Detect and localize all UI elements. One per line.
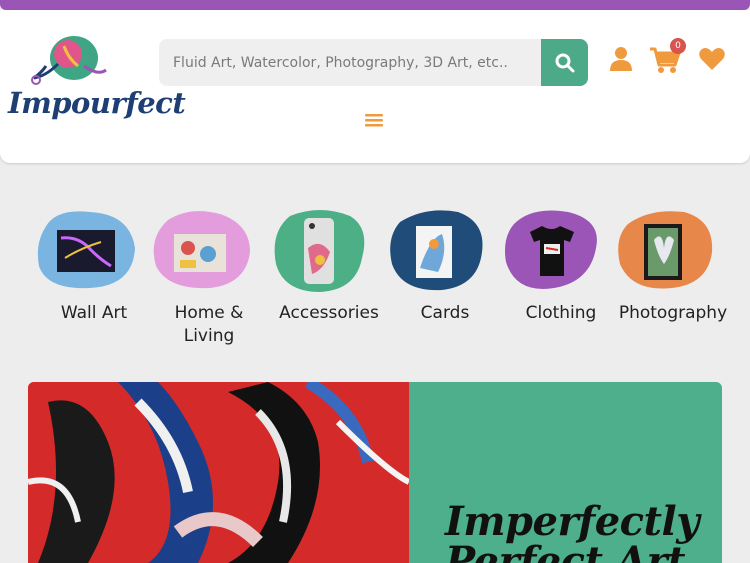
- abstract-painting-image: [28, 382, 411, 563]
- category-label: Clothing: [525, 303, 597, 323]
- logo-wordmark: Impourfect: [8, 86, 186, 120]
- clothing-thumbnail: [505, 210, 597, 289]
- photography-thumbnail: [618, 211, 713, 289]
- category-row: Wall Art Home & Living Accessories Cards…: [0, 204, 750, 354]
- hero-text-panel: Imperfectly Perfect Art: [409, 382, 722, 563]
- category-accessories[interactable]: Accessories: [270, 204, 388, 354]
- hero-artwork-image: [28, 382, 411, 563]
- user-icon: [610, 47, 632, 71]
- account-button[interactable]: [606, 44, 636, 74]
- cart-count-badge: 0: [670, 38, 686, 54]
- category-photography[interactable]: Photography: [614, 204, 732, 354]
- category-label: Cards: [420, 303, 470, 323]
- hero-title: Imperfectly Perfect Art: [445, 498, 699, 563]
- category-label: Accessories: [279, 303, 379, 323]
- heart-icon: [699, 48, 725, 70]
- search-bar: [159, 39, 588, 86]
- cards-thumbnail: [390, 210, 483, 291]
- accessories-thumbnail: [274, 210, 365, 292]
- category-label: Photography: [618, 303, 728, 323]
- hero-banner: Imperfectly Perfect Art: [28, 382, 722, 563]
- menu-toggle-button[interactable]: [361, 110, 387, 130]
- search-input[interactable]: [159, 39, 542, 86]
- top-accent-bar: [0, 0, 750, 10]
- category-label: Home & Living: [174, 303, 244, 346]
- category-cards[interactable]: Cards: [386, 204, 504, 354]
- category-label: Wall Art: [60, 303, 128, 323]
- site-header: Impourfect 0: [0, 10, 750, 163]
- search-button[interactable]: [541, 39, 588, 86]
- search-icon: [555, 53, 574, 72]
- category-clothing[interactable]: Clothing: [502, 204, 620, 354]
- site-logo[interactable]: Impourfect: [6, 36, 186, 136]
- category-home-living[interactable]: Home & Living: [150, 204, 268, 354]
- category-wall-art[interactable]: Wall Art: [35, 204, 153, 354]
- hamburger-icon: [365, 114, 383, 127]
- home-living-thumbnail: [153, 211, 250, 289]
- wall-art-thumbnail: [37, 211, 135, 289]
- wishlist-button[interactable]: [697, 44, 727, 74]
